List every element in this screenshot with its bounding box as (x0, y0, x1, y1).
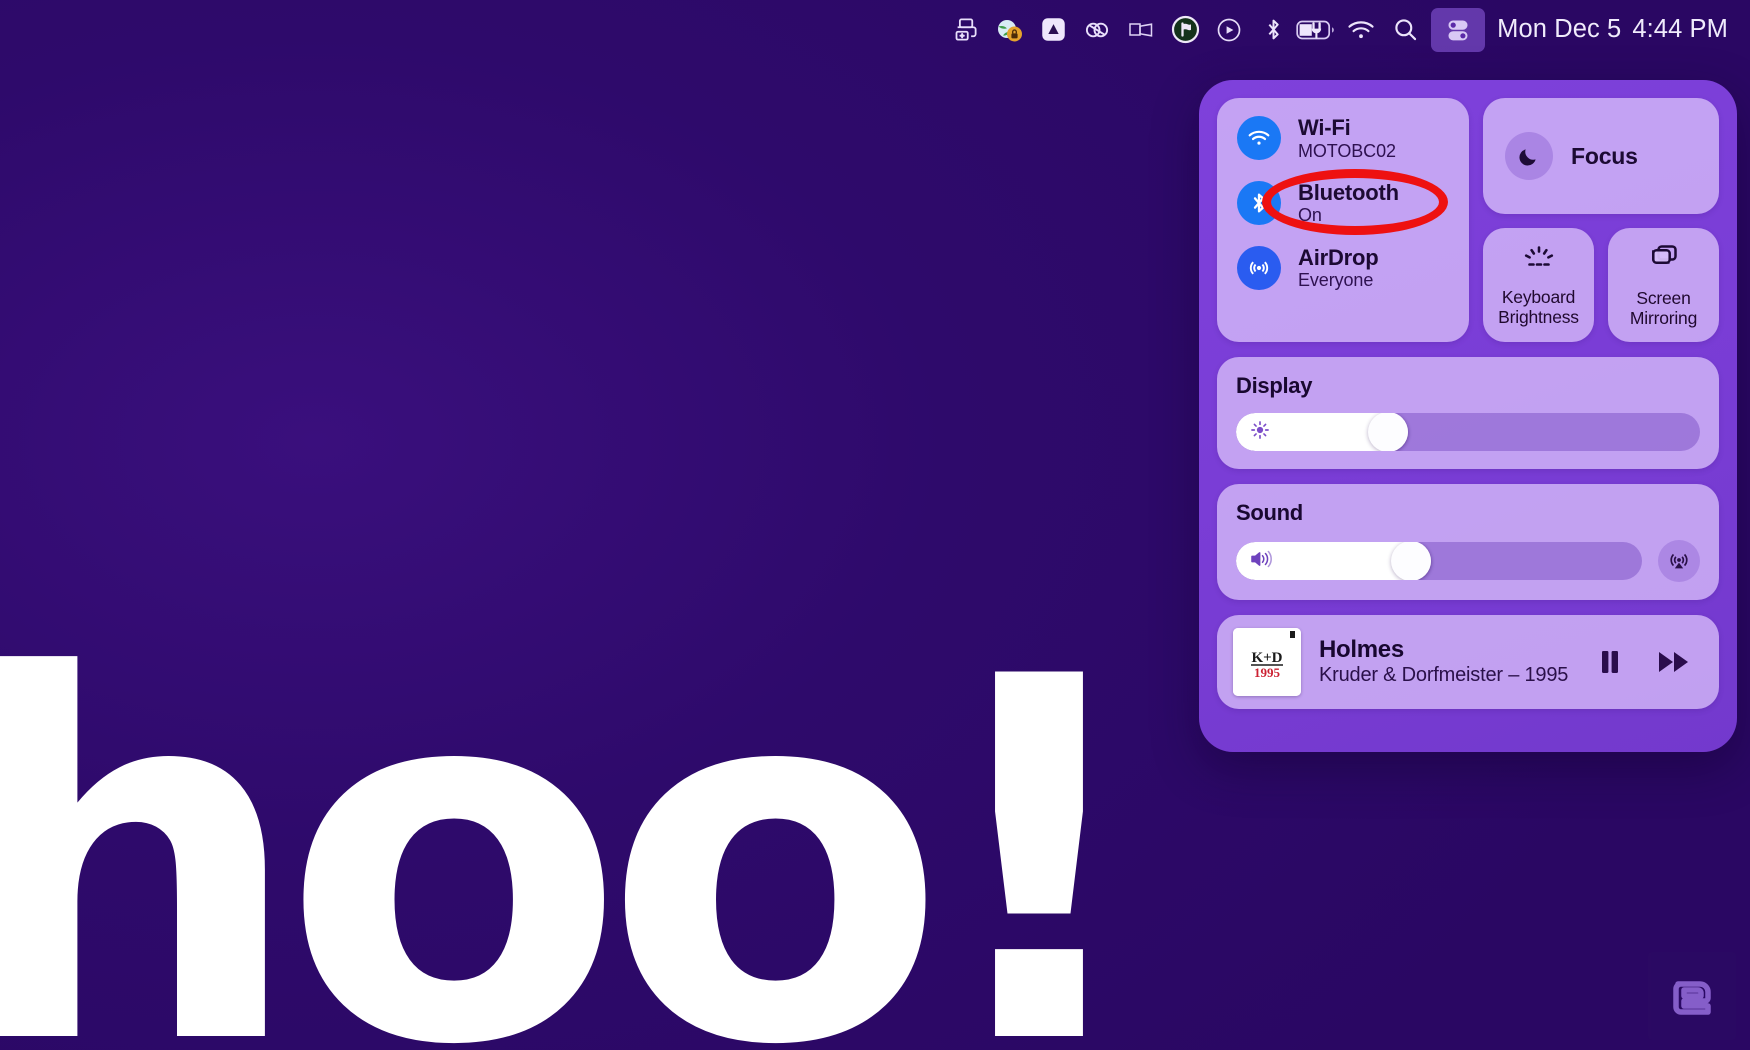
control-center-icon[interactable] (1431, 7, 1486, 52)
clock-date: Mon Dec 5 (1497, 15, 1622, 43)
airdrop-control[interactable]: AirDrop Everyone (1217, 244, 1469, 291)
sm-line-2: Mirroring (1629, 307, 1698, 328)
airdrop-title: AirDrop (1298, 244, 1379, 270)
little-snitch-icon[interactable] (987, 8, 1031, 52)
wifi-icon[interactable] (1339, 8, 1383, 52)
now-playing-subtitle: Kruder & Dorfmeister – 1995 (1319, 664, 1569, 687)
kb-line-1: Keyboard (1501, 286, 1576, 307)
album-art: K+D 1995 (1233, 628, 1301, 696)
sound-volume-slider[interactable] (1236, 542, 1642, 580)
clock-time: 4:44 PM (1632, 15, 1728, 43)
now-playing-title: Holmes (1319, 636, 1404, 664)
sm-line-1: Screen (1636, 287, 1691, 308)
control-center-panel: Wi-Fi MOTOBC02 Bluetooth On AirDrop Ever… (1199, 80, 1737, 752)
bluetooth-icon[interactable] (1251, 8, 1295, 52)
speaker-wave-icon (1249, 549, 1275, 574)
svg-text:1995: 1995 (1254, 665, 1281, 680)
displays-icon[interactable] (1119, 8, 1163, 52)
search-icon[interactable] (1383, 8, 1427, 52)
brightness-icon (1249, 419, 1271, 446)
control-center-right-column: Focus Keyboard Brightness Screen Mirrori… (1483, 98, 1719, 342)
bluetooth-icon (1237, 181, 1281, 226)
control-center-small-tiles: Keyboard Brightness Screen Mirroring (1483, 228, 1719, 342)
airplay-audio-icon[interactable] (1658, 540, 1700, 582)
now-playing-module[interactable]: K+D 1995 Holmes Kruder & Dorfmeister – 1… (1217, 615, 1719, 709)
engadget-logo-icon (1648, 952, 1736, 1040)
sound-slider-row (1236, 540, 1700, 582)
menu-bar: Mon Dec 5 4:44 PM (0, 0, 1750, 59)
connectivity-module: Wi-Fi MOTOBC02 Bluetooth On AirDrop Ever… (1217, 98, 1469, 342)
moon-icon (1505, 132, 1553, 180)
focus-tile[interactable]: Focus (1483, 98, 1719, 214)
menu-bar-clock[interactable]: Mon Dec 5 4:44 PM (1497, 15, 1728, 44)
screen-mirroring-label: Screen Mirroring (1629, 287, 1698, 328)
airdrop-text: AirDrop Everyone (1298, 244, 1379, 291)
creative-cloud-icon[interactable] (1075, 8, 1119, 52)
display-slider-knob[interactable] (1367, 413, 1408, 451)
sound-slider-knob[interactable] (1390, 542, 1431, 580)
pause-icon[interactable] (1587, 639, 1633, 685)
keyboard-brightness-label: Keyboard Brightness (1498, 286, 1579, 327)
battery-charging-icon[interactable] (1295, 8, 1339, 52)
airdrop-icon (1237, 245, 1281, 290)
keyboard-brightness-tile[interactable]: Keyboard Brightness (1483, 228, 1594, 342)
display-slider-row (1236, 413, 1700, 451)
screen-mirroring-icon (1645, 242, 1683, 279)
sound-title: Sound (1236, 500, 1303, 525)
airdrop-status: Everyone (1298, 270, 1374, 291)
adobe-creative-cloud-app-icon[interactable] (1031, 8, 1075, 52)
control-center-top-row: Wi-Fi MOTOBC02 Bluetooth On AirDrop Ever… (1217, 98, 1719, 342)
bluetooth-status: On (1298, 205, 1322, 226)
flag-circle-icon[interactable] (1163, 8, 1207, 52)
display-title: Display (1236, 373, 1313, 398)
sound-module: Sound (1217, 484, 1719, 600)
wallpaper-yahoo-wordmark: hoo! (0, 572, 1153, 1050)
bluetooth-control[interactable]: Bluetooth On (1217, 179, 1469, 226)
printer-add-icon[interactable] (943, 8, 987, 52)
bluetooth-text: Bluetooth On (1298, 179, 1399, 226)
wifi-title: Wi-Fi (1298, 115, 1351, 140)
wifi-status: MOTOBC02 (1298, 140, 1396, 161)
now-playing-meta: Holmes Kruder & Dorfmeister – 1995 (1319, 636, 1569, 688)
play-circle-icon[interactable] (1207, 8, 1251, 52)
focus-label: Focus (1571, 142, 1638, 169)
display-module: Display (1217, 357, 1719, 469)
desktop: hoo! Mon Dec 5 4:44 PM Wi-Fi MOTOBC02 Bl… (0, 0, 1750, 1050)
bluetooth-title: Bluetooth (1298, 179, 1399, 205)
wifi-icon (1237, 116, 1281, 161)
keyboard-brightness-icon (1518, 243, 1560, 278)
wifi-control[interactable]: Wi-Fi MOTOBC02 (1217, 115, 1469, 161)
kb-line-2: Brightness (1498, 306, 1579, 327)
display-brightness-slider[interactable] (1236, 413, 1700, 451)
fast-forward-icon[interactable] (1651, 639, 1697, 685)
screen-mirroring-tile[interactable]: Screen Mirroring (1608, 228, 1719, 342)
svg-text:K+D: K+D (1251, 650, 1282, 666)
wifi-text: Wi-Fi MOTOBC02 (1298, 115, 1396, 161)
